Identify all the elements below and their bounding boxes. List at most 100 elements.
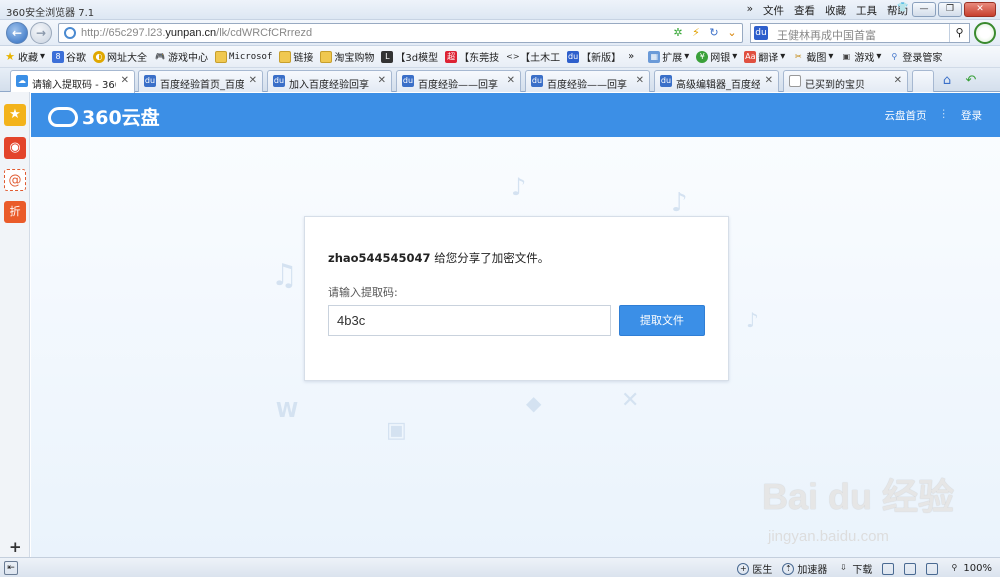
tab-purchased-items[interactable]: 已买到的宝贝 ✕ [783, 70, 908, 92]
tab-close-icon[interactable]: ✕ [249, 75, 257, 86]
extract-code-card: zhao544545047 给您分享了加密文件。 请输入提取码: 提取文件 [304, 216, 729, 381]
baidu-engine-icon[interactable]: du [754, 26, 768, 40]
watermark-domain: jingyan.baidu.com [768, 528, 889, 545]
google-icon: 8 [52, 50, 65, 63]
forward-button[interactable]: → [30, 22, 52, 44]
shape-decoration-icon: ◆ [526, 391, 542, 415]
url-text[interactable]: http://65c297.l23.yunpan.cn/lk/cdWRCfCRr… [81, 27, 312, 39]
tab-close-icon[interactable]: ✕ [378, 75, 386, 86]
fav-microsoft-folder[interactable]: Microsof [215, 50, 272, 63]
close-button[interactable]: ✕ [964, 2, 996, 17]
folder-icon [279, 50, 292, 63]
title-bar: 360安全浏览器 7.1 » 文件 查看 收藏 工具 帮助 👕 — ❐ ✕ [0, 0, 1000, 20]
undo-close-icon[interactable]: ↶ [962, 72, 980, 90]
fav-url-hub[interactable]: ◐ 网址大全 [93, 49, 147, 64]
fav-more[interactable]: » [628, 51, 634, 62]
tab-jingyan-share-1[interactable]: du 百度经验——回享 ✕ [396, 70, 521, 92]
sidebar-toggle-icon[interactable]: ⇤ [4, 561, 18, 575]
menu-file[interactable]: 文件 [763, 3, 784, 18]
menu-more[interactable]: » [747, 3, 753, 18]
tab-close-icon[interactable]: ✕ [507, 75, 515, 86]
tab-close-icon[interactable]: ✕ [636, 75, 644, 86]
maximize-button[interactable]: ❐ [938, 2, 962, 17]
tab-advanced-editor[interactable]: du 高级编辑器_百度经 ✕ [654, 70, 779, 92]
translate-icon: Aa [744, 50, 757, 63]
mail-icon[interactable]: @ [4, 169, 26, 191]
status-download[interactable]: ⇩ 下载 [837, 561, 872, 577]
tab-close-icon[interactable]: ✕ [765, 75, 773, 86]
fav-games[interactable]: ▣ 游戏 ▾ [840, 49, 882, 64]
weibo-icon[interactable]: ◉ [4, 137, 26, 159]
status-tools[interactable] [926, 562, 939, 575]
login-link[interactable]: 登录 [961, 108, 982, 123]
search-go-icon[interactable]: ⚲ [949, 24, 969, 42]
extract-code-prompt: 请输入提取码: [328, 286, 398, 299]
tab-close-icon[interactable]: ✕ [121, 75, 129, 86]
dropdown-icon[interactable]: ⌄ [724, 25, 740, 41]
paw-icon: du [531, 75, 543, 87]
speed-mode-icon[interactable]: ⚡ [688, 25, 704, 41]
fav-game-center[interactable]: 🎮 游戏中心 [154, 49, 208, 65]
yuan-icon: ¥ [696, 50, 709, 63]
fav-translate[interactable]: Aa 翻译 ▾ [744, 49, 785, 64]
fav-extensions[interactable]: ▦ 扩展 ▾ [648, 49, 689, 64]
status-zoom[interactable]: ⚲ 100% [948, 563, 992, 575]
search-box[interactable]: du 王健林再成中国首富 ⚲ [750, 23, 970, 43]
fav-ebank[interactable]: ¥ 网银 ▾ [696, 49, 737, 64]
tab-baidu-jingyan-home[interactable]: du 百度经验首页_百度 ✕ [138, 70, 263, 92]
download-icon: ⇩ [840, 562, 847, 572]
fav-taobao-folder[interactable]: 淘宝购物 [320, 49, 374, 64]
code-icon: <> [506, 51, 520, 61]
w-decoration-icon: W [276, 398, 299, 422]
tab-close-icon[interactable]: ✕ [894, 75, 902, 86]
fav-dongguan[interactable]: 超【东莞技 [445, 49, 499, 64]
fav-screenshot[interactable]: ✂ 截图 ▾ [792, 49, 833, 64]
tab-jingyan-share-2[interactable]: du 百度经验——回享 ✕ [525, 70, 650, 92]
tab-extract-code[interactable]: ☁ 请输入提取码 - 360 ✕ [10, 70, 135, 93]
status-screen[interactable] [882, 562, 895, 575]
home-icon[interactable]: ⌂ [938, 72, 956, 90]
yunpan-home-link[interactable]: 云盘首页 [885, 108, 927, 123]
page-icon [789, 75, 801, 87]
status-doctor[interactable]: + 医生 [737, 561, 772, 576]
music-note-decoration-icon: ♪ [671, 188, 688, 218]
new-tab-button[interactable] [912, 70, 934, 92]
menu-tools[interactable]: 工具 [856, 3, 877, 18]
add-sidebar-icon[interactable]: + [9, 538, 22, 556]
paw-icon: du [567, 50, 580, 63]
menu-view[interactable]: 查看 [794, 3, 815, 18]
site-icon [64, 27, 76, 39]
security-shield-icon[interactable]: ✲ [670, 25, 686, 41]
doctor-icon: + [737, 562, 750, 575]
share-message: zhao544545047 给您分享了加密文件。 [328, 251, 550, 265]
360-logo-icon[interactable] [974, 22, 996, 44]
extract-file-button[interactable]: 提取文件 [619, 305, 705, 336]
paw-icon: du [144, 75, 156, 87]
fav-3d-model[interactable]: L 【3d模型 [381, 49, 438, 64]
refresh-icon[interactable]: ↻ [706, 25, 722, 41]
fav-civil-engineering[interactable]: <> 【土木工 [506, 49, 560, 65]
menu-favorites[interactable]: 收藏 [825, 3, 846, 18]
extract-code-input[interactable] [328, 305, 611, 336]
paw-icon: du [402, 75, 414, 87]
back-button[interactable]: ← [6, 22, 28, 44]
favorites-bar: ★ 收藏 ▾ 8 谷歌 ◐ 网址大全 🎮 游戏中心 Microsof 链接 淘宝购物 L 【… [0, 46, 1000, 68]
favorites-star-icon[interactable]: ★ [4, 104, 26, 126]
minimize-button[interactable]: — [912, 2, 936, 17]
search-input[interactable]: 王健林再成中国首富 [777, 27, 876, 43]
fav-login-manager[interactable]: ⚲ 登录管家 [888, 49, 942, 65]
status-accelerator[interactable]: ⇡ 加速器 [782, 561, 827, 576]
skin-icon[interactable]: 👕 [896, 2, 910, 17]
address-bar[interactable]: http://65c297.l23.yunpan.cn/lk/cdWRCfCRr… [58, 23, 743, 43]
baidu-jingyan-watermark: Bai du 经验 [762, 476, 955, 517]
fav-favorites[interactable]: ★ 收藏 ▾ [4, 49, 45, 64]
status-bar: ⇤ + 医生 ⇡ 加速器 ⇩ 下载 ⚲ 100% [0, 557, 1000, 577]
yunpan-logo[interactable]: 360云盘 [48, 103, 160, 130]
status-window[interactable] [904, 562, 917, 575]
tab-join-jingyan[interactable]: du 加入百度经验回享 ✕ [267, 70, 392, 92]
fav-new-version[interactable]: du 【新版】 [567, 49, 621, 64]
accelerator-icon: ⇡ [782, 562, 795, 575]
fav-google[interactable]: 8 谷歌 [52, 49, 86, 64]
fav-links-folder[interactable]: 链接 [279, 49, 313, 64]
discount-icon[interactable]: 折 [4, 201, 26, 223]
